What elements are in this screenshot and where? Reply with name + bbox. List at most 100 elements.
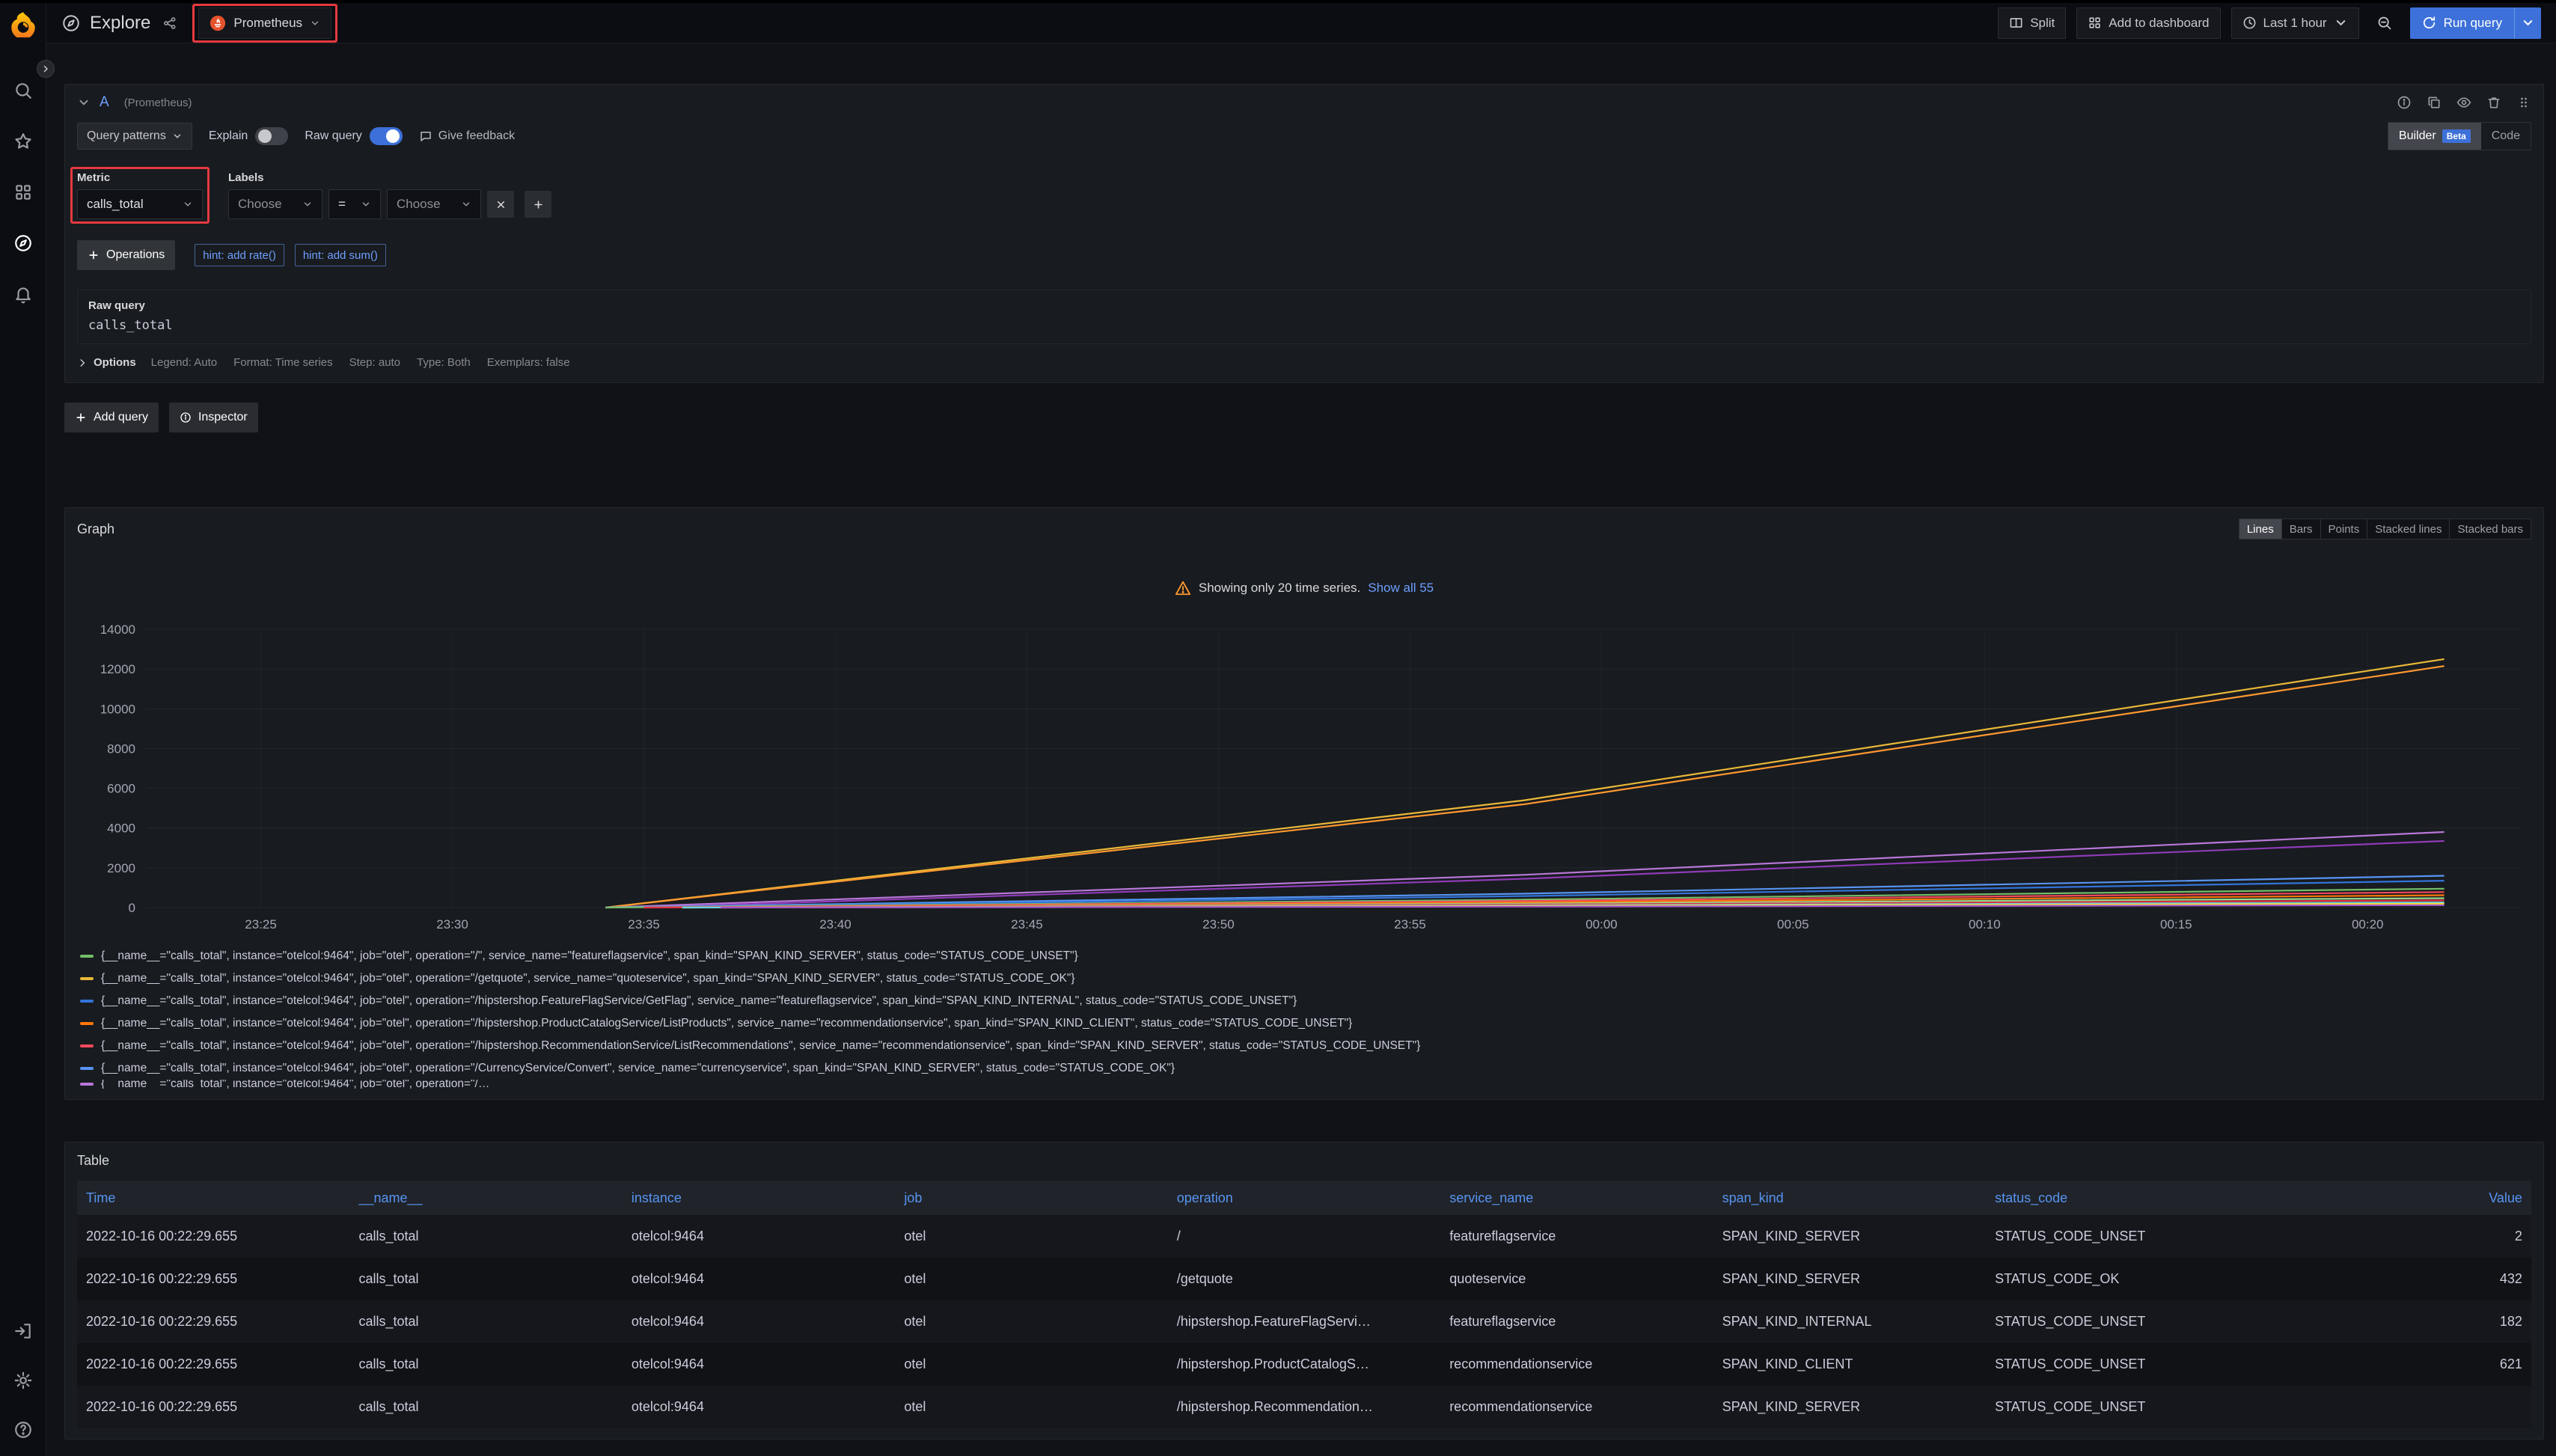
graph-canvas[interactable]: 23:2523:3023:3523:4023:4523:5023:5500:00… [77, 623, 2531, 937]
graph-mode-switcher: LinesBarsPointsStacked linesStacked bars [2239, 519, 2531, 539]
drag-handle-icon[interactable] [2516, 95, 2531, 110]
table-row[interactable]: 2022-10-16 00:22:29.655calls_totalotelco… [77, 1343, 2531, 1386]
column-header-job[interactable]: job [895, 1181, 1167, 1215]
legend-item[interactable]: {__name__="calls_total", instance="otelc… [77, 990, 2531, 1012]
timeseries-chart[interactable]: 23:2523:3023:3523:4023:4523:5023:5500:00… [77, 623, 2531, 937]
code-mode-button[interactable]: Code [2481, 123, 2531, 150]
query-patterns-button[interactable]: Query patterns [77, 123, 192, 150]
warning-triangle-icon [1175, 580, 1191, 596]
table-row[interactable]: 2022-10-16 00:22:29.655calls_totalotelco… [77, 1386, 2531, 1428]
legend-item[interactable]: {__name__="calls_total", instance="otelc… [77, 1035, 2531, 1057]
table-cell: otel [895, 1215, 1167, 1258]
label-key-select[interactable]: Choose [228, 189, 322, 219]
remove-label-filter-button[interactable] [487, 191, 514, 218]
column-header-name[interactable]: __name__ [349, 1181, 622, 1215]
alerting-bell-icon[interactable] [13, 284, 33, 304]
legend-label: {__name__="calls_total", instance="otelc… [101, 1062, 1175, 1075]
dashboards-icon[interactable] [13, 183, 33, 202]
table-cell: 2022-10-16 00:22:29.655 [77, 1300, 349, 1343]
legend-item[interactable]: {__name__="calls_total", instance="otelc… [77, 945, 2531, 967]
graph-mode-lines[interactable]: Lines [2239, 519, 2282, 539]
column-header-instance[interactable]: instance [623, 1181, 895, 1215]
comment-icon [419, 129, 432, 143]
run-query-dropdown-button[interactable] [2514, 7, 2541, 39]
grafana-logo[interactable] [10, 3, 37, 45]
clock-icon [2242, 16, 2257, 30]
label-operator-select[interactable]: = [328, 189, 381, 219]
remove-query-trash-icon[interactable] [2486, 95, 2501, 110]
operations-button[interactable]: Operations [77, 240, 175, 270]
table-row[interactable]: 2022-10-16 00:22:29.655calls_totalotelco… [77, 1215, 2531, 1258]
query-info-icon[interactable] [2397, 95, 2412, 110]
options-label: Options [94, 356, 136, 369]
column-header-operation[interactable]: operation [1168, 1181, 1440, 1215]
table-cell: calls_total [349, 1300, 622, 1343]
graph-mode-bars[interactable]: Bars [2281, 519, 2321, 539]
zoom-out-button[interactable] [2370, 7, 2400, 39]
table-row[interactable]: 2022-10-16 00:22:29.655calls_totalotelco… [77, 1258, 2531, 1300]
time-range-picker[interactable]: Last 1 hour [2231, 7, 2359, 39]
query-hint-button[interactable]: hint: add sum() [295, 244, 386, 266]
options-expander[interactable]: Options [77, 356, 136, 369]
search-icon[interactable] [13, 81, 33, 100]
settings-gear-icon[interactable] [13, 1371, 33, 1390]
builder-mode-button[interactable]: Builder Beta [2388, 123, 2481, 150]
add-to-dashboard-button[interactable]: Add to dashboard [2076, 7, 2220, 39]
split-button[interactable]: Split [1998, 7, 2066, 39]
svg-text:00:15: 00:15 [2160, 917, 2192, 932]
column-header-service-name[interactable]: service_name [1440, 1181, 1713, 1215]
add-query-label: Add query [94, 411, 148, 424]
svg-text:00:00: 00:00 [1586, 917, 1618, 932]
legend-marker [80, 1044, 94, 1047]
share-icon[interactable] [162, 16, 177, 31]
column-header-value[interactable]: Value [2259, 1181, 2531, 1215]
legend-item[interactable]: {__name__="calls_total", instance="otelc… [77, 1012, 2531, 1035]
label-value-select[interactable]: Choose [387, 189, 481, 219]
explain-toggle[interactable] [255, 127, 288, 145]
plus-icon [533, 199, 544, 210]
column-header-status-code[interactable]: status_code [1986, 1181, 2258, 1215]
table-row[interactable]: 2022-10-16 00:22:29.655calls_totalotelco… [77, 1300, 2531, 1343]
query-hint-button[interactable]: hint: add rate() [195, 244, 284, 266]
legend-item[interactable]: {__name__="calls_total", instance="otelc… [77, 967, 2531, 990]
chevron-down-icon [361, 199, 371, 209]
column-header-span-kind[interactable]: span_kind [1713, 1181, 1986, 1215]
give-feedback-link[interactable]: Give feedback [419, 129, 515, 143]
legend-marker [80, 1022, 94, 1025]
add-label-filter-button[interactable] [525, 191, 551, 218]
query-ref-id[interactable]: A [100, 94, 109, 111]
raw-query-toggle[interactable] [370, 127, 403, 145]
toggle-visibility-eye-icon[interactable] [2456, 95, 2471, 110]
add-query-button[interactable]: Add query [64, 403, 159, 432]
sidebar-expand-button[interactable] [37, 60, 55, 78]
collapse-query-icon[interactable] [77, 96, 91, 109]
column-header-time[interactable]: Time [77, 1181, 349, 1215]
legend-label: {__name__="calls_total", instance="otelc… [101, 994, 1297, 1008]
datasource-picker[interactable]: Prometheus [198, 7, 331, 39]
show-all-series-link[interactable]: Show all 55 [1368, 581, 1434, 596]
run-query-button[interactable]: Run query [2410, 7, 2514, 39]
svg-text:00:05: 00:05 [1777, 917, 1809, 932]
help-icon[interactable] [13, 1420, 33, 1440]
explore-icon [61, 13, 81, 33]
table-panel-title: Table [77, 1153, 109, 1168]
duplicate-query-icon[interactable] [2427, 95, 2442, 110]
table-cell: 2 [2259, 1215, 2531, 1258]
graph-mode-points[interactable]: Points [2320, 519, 2368, 539]
sign-in-icon[interactable] [13, 1321, 33, 1341]
graph-mode-stacked-bars[interactable]: Stacked bars [2449, 519, 2531, 539]
graph-legend: {__name__="calls_total", instance="otelc… [77, 945, 2531, 1089]
metric-select[interactable]: calls_total [77, 189, 203, 219]
starred-icon[interactable] [13, 132, 33, 151]
metric-field-group: Metric calls_total [77, 171, 203, 219]
table-cell: calls_total [349, 1386, 622, 1428]
options-summary-item: Step: auto [349, 356, 400, 369]
give-feedback-label: Give feedback [438, 129, 515, 143]
table-cell: featureflagservice [1440, 1300, 1713, 1343]
inspector-button[interactable]: Inspector [169, 403, 258, 432]
query-toolbar: Query patterns Explain Raw query Give fe… [65, 120, 2543, 159]
explore-compass-icon[interactable] [13, 233, 33, 253]
legend-item[interactable]: {__name__="calls_total", instance="otelc… [77, 1057, 2531, 1080]
graph-mode-stacked-lines[interactable]: Stacked lines [2367, 519, 2450, 539]
sidebar [0, 3, 46, 1456]
